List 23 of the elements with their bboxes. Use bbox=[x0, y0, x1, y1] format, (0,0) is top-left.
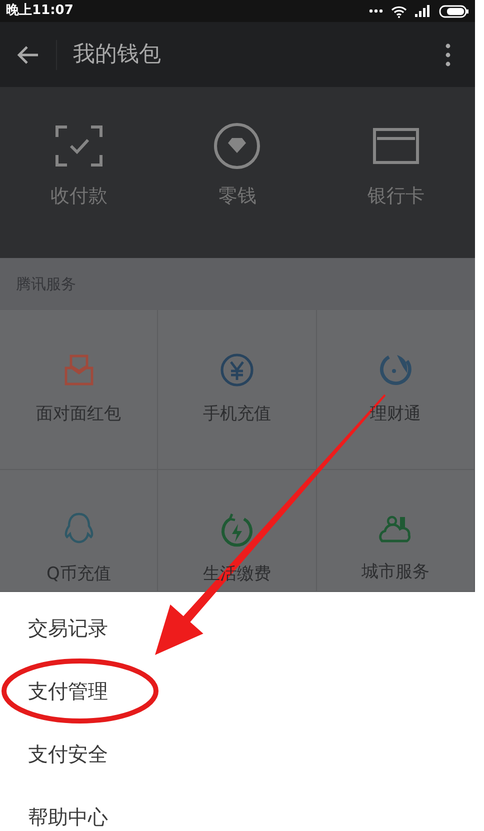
swirl-icon bbox=[377, 353, 414, 387]
diamond-coin-icon bbox=[213, 122, 262, 170]
wifi-icon bbox=[391, 4, 407, 18]
more-button[interactable] bbox=[445, 42, 451, 67]
page-title: 我的钱包 bbox=[73, 41, 162, 69]
dots-icon bbox=[369, 9, 383, 13]
service-tile[interactable]: 面对面红包 bbox=[0, 310, 158, 470]
menu-item[interactable]: 交易记录 bbox=[0, 596, 475, 659]
wallet-action[interactable]: 收付款 bbox=[0, 87, 158, 258]
signal-icon bbox=[415, 5, 431, 17]
envelope-icon bbox=[62, 354, 95, 386]
battery-icon bbox=[439, 4, 469, 18]
service-tile[interactable]: 手机充值 bbox=[158, 310, 317, 470]
lightning-icon bbox=[220, 512, 254, 548]
menu-item[interactable]: 帮助中心 bbox=[0, 785, 475, 831]
wallet-action[interactable]: 银行卡 bbox=[316, 87, 475, 258]
wallet-action[interactable]: 零钱 bbox=[158, 87, 317, 258]
menu-item[interactable]: 支付管理 bbox=[0, 659, 475, 722]
yen-icon bbox=[220, 353, 254, 387]
menu-item[interactable]: 支付安全 bbox=[0, 722, 475, 785]
card-icon bbox=[372, 128, 419, 164]
scan-icon bbox=[55, 125, 104, 167]
status-time: 晚上11:07 bbox=[6, 2, 74, 20]
